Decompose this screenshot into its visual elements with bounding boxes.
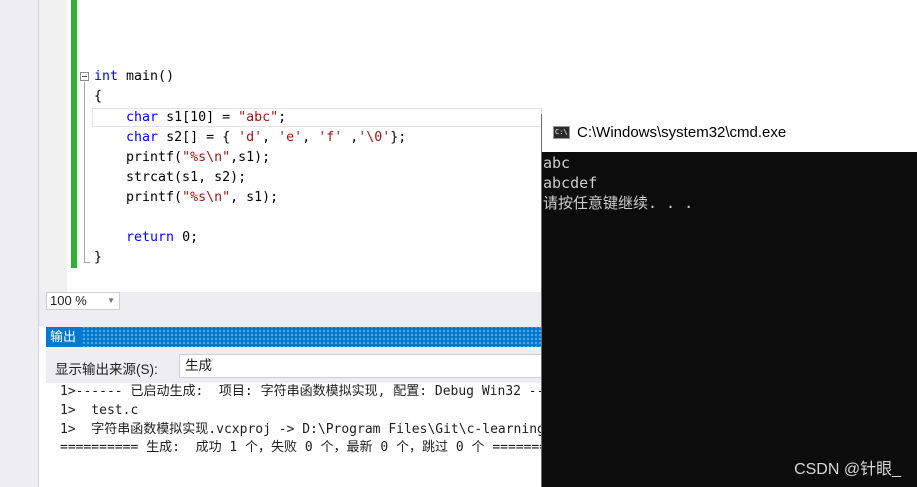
code-keyword: char xyxy=(126,110,159,125)
code-string: "abc" xyxy=(238,110,279,125)
editor-margin xyxy=(39,0,67,292)
output-line: 1>------ 已启动生成: 项目: 字符串函数模拟实现, 配置: Debug… xyxy=(60,384,576,399)
code-text: , xyxy=(302,130,319,145)
code-text: printf( xyxy=(94,190,183,205)
zoom-value: 100 % xyxy=(50,293,87,308)
output-line: 1> test.c xyxy=(60,403,139,418)
code-keyword: int xyxy=(94,69,119,84)
change-tracking-bar xyxy=(71,0,77,268)
code-string: 'e' xyxy=(278,130,303,145)
code-text: main() xyxy=(118,69,175,84)
cmd-window-title: C:\Windows\system32\cmd.exe xyxy=(577,124,787,141)
code-text: s1[10] = xyxy=(158,110,239,125)
code-line[interactable]: return 0; xyxy=(94,228,198,248)
code-line[interactable]: printf("%s\n",s1); xyxy=(94,148,270,168)
code-text: , xyxy=(342,130,359,145)
cmd-window[interactable]: C:\ C:\Windows\system32\cmd.exe abc abcd… xyxy=(541,114,917,487)
output-source-label: 显示输出来源(S): xyxy=(55,362,158,377)
cmd-title-bar[interactable]: C:\ C:\Windows\system32\cmd.exe xyxy=(542,114,917,152)
code-string: '\0' xyxy=(358,130,391,145)
output-source-select[interactable]: 生成 xyxy=(179,354,559,378)
code-text: ,s1); xyxy=(230,150,271,165)
collapse-outline-icon[interactable] xyxy=(80,72,89,81)
ide-left-strip xyxy=(0,0,38,487)
code-line[interactable]: strcat(s1, s2); xyxy=(94,168,246,188)
code-keyword: char xyxy=(126,130,159,145)
code-text: printf( xyxy=(94,150,183,165)
code-text: 0; xyxy=(174,230,199,245)
code-text: { xyxy=(94,89,103,104)
code-line[interactable]: { xyxy=(94,87,102,107)
code-line[interactable]: printf("%s\n", s1); xyxy=(94,188,278,208)
chevron-down-icon[interactable]: ▼ xyxy=(107,293,115,309)
outline-fold-end xyxy=(84,262,90,263)
outline-fold-line xyxy=(84,82,85,262)
code-keyword: return xyxy=(126,230,175,245)
code-text: , s1); xyxy=(230,190,279,205)
output-line: ========== 生成: 成功 1 个，失败 0 个，最新 0 个，跳过 0… xyxy=(60,440,571,455)
code-line[interactable]: char s1[10] = "abc"; xyxy=(94,108,286,128)
code-text: } xyxy=(94,250,103,265)
code-string: 'd' xyxy=(238,130,263,145)
cmd-icon: C:\ xyxy=(553,126,570,139)
code-text: s2[] = { xyxy=(158,130,239,145)
code-text: , xyxy=(262,130,279,145)
zoom-dropdown[interactable]: 100 % ▼ xyxy=(46,292,120,310)
code-string: 'f' xyxy=(318,130,343,145)
code-text: }; xyxy=(390,130,407,145)
code-text: strcat(s1, s2); xyxy=(94,170,247,185)
code-line[interactable]: char s2[] = { 'd', 'e', 'f' ,'\0'}; xyxy=(94,128,406,148)
code-line[interactable]: int main() xyxy=(94,67,174,87)
watermark: CSDN @针眼_ xyxy=(794,461,901,478)
code-string: "%s\n" xyxy=(182,150,231,165)
cmd-output-line: abc xyxy=(543,154,571,172)
output-pane-title: 输出 xyxy=(46,327,83,347)
code-line[interactable]: } xyxy=(94,248,102,268)
code-string: "%s\n" xyxy=(182,190,231,205)
cmd-output-line: 请按任意键继续. . . xyxy=(543,194,694,212)
cmd-output-line: abcdef xyxy=(543,174,598,192)
code-text: ; xyxy=(278,110,287,125)
